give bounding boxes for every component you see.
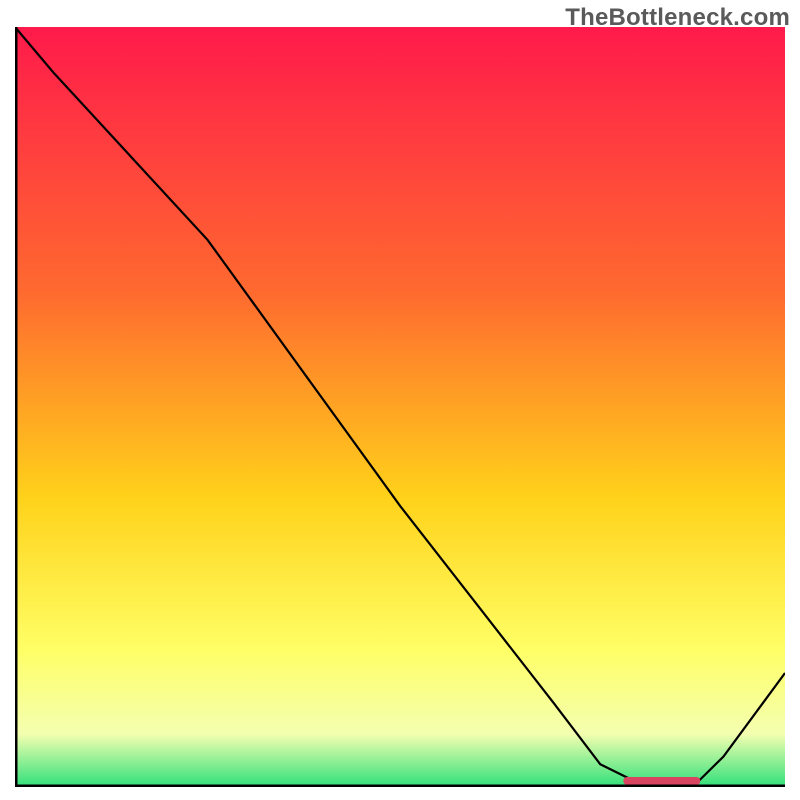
chart-stage: TheBottleneck.com: [0, 0, 800, 800]
optimum-range-marker: [623, 777, 700, 785]
gradient-background: [15, 27, 785, 787]
watermark-label: TheBottleneck.com: [565, 4, 790, 32]
chart-svg: [15, 27, 785, 787]
plot-area: [15, 27, 785, 787]
